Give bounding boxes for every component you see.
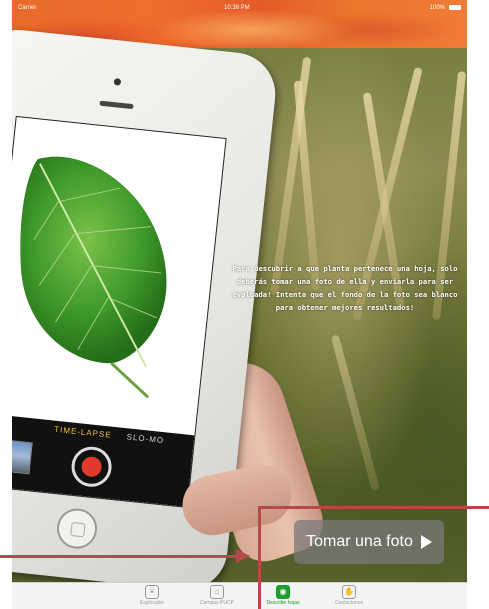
camera-icon: ◉ bbox=[276, 585, 290, 599]
photo-thumbnail[interactable] bbox=[12, 438, 33, 475]
map-icon: ⌂ bbox=[210, 585, 224, 599]
app-screen: Carrier 10:38 PM 100% TIME-LAPSE SLO-MO … bbox=[12, 0, 467, 609]
speaker-icon bbox=[99, 100, 134, 110]
front-camera-icon bbox=[113, 78, 122, 86]
instruction-text: Para descubrir a que planta pertenece un… bbox=[232, 264, 458, 312]
leaf-icon bbox=[20, 156, 167, 399]
stage: Carrier 10:38 PM 100% TIME-LAPSE SLO-MO … bbox=[0, 0, 489, 609]
tab-contactanos[interactable]: ✋ Contactanos bbox=[314, 585, 384, 606]
annotation-arrow-left-head bbox=[236, 549, 250, 563]
annotation-arrow-right-top bbox=[258, 506, 489, 509]
tab-label: Contactanos bbox=[334, 600, 364, 606]
tab-label: Campus PUCP bbox=[200, 600, 234, 606]
battery-icon bbox=[449, 5, 461, 10]
tab-explorador[interactable]: ≡ Explorador bbox=[117, 585, 187, 606]
tab-bar: ≡ Explorador ⌂ Campus PUCP ◉ Describe ho… bbox=[12, 582, 467, 609]
record-icon bbox=[80, 455, 103, 478]
annotation-arrow-right-vertical bbox=[258, 506, 261, 609]
shutter-button[interactable] bbox=[69, 444, 114, 489]
play-arrow-icon bbox=[420, 535, 432, 549]
tab-campus-pucp[interactable]: ⌂ Campus PUCP bbox=[182, 585, 252, 606]
grass-stalk bbox=[293, 80, 320, 291]
document-icon: ≡ bbox=[145, 585, 159, 599]
battery-percent: 100% bbox=[429, 5, 445, 11]
take-photo-button[interactable]: Tomar una foto bbox=[294, 520, 444, 564]
clock-label: 10:38 PM bbox=[224, 5, 250, 11]
annotation-arrow-left-line bbox=[0, 555, 236, 558]
mode-time-lapse[interactable]: TIME-LAPSE bbox=[54, 425, 112, 440]
carrier-label: Carrier bbox=[18, 5, 37, 11]
take-photo-label: Tomar una foto bbox=[306, 533, 413, 550]
home-button bbox=[55, 506, 99, 551]
hand-icon: ✋ bbox=[342, 585, 356, 599]
phone-screen: TIME-LAPSE SLO-MO bbox=[12, 115, 227, 509]
grass-stalk bbox=[330, 334, 380, 492]
home-square-icon bbox=[70, 521, 86, 538]
mode-slo-mo[interactable]: SLO-MO bbox=[126, 432, 164, 445]
tab-label: Explorador bbox=[139, 600, 165, 606]
